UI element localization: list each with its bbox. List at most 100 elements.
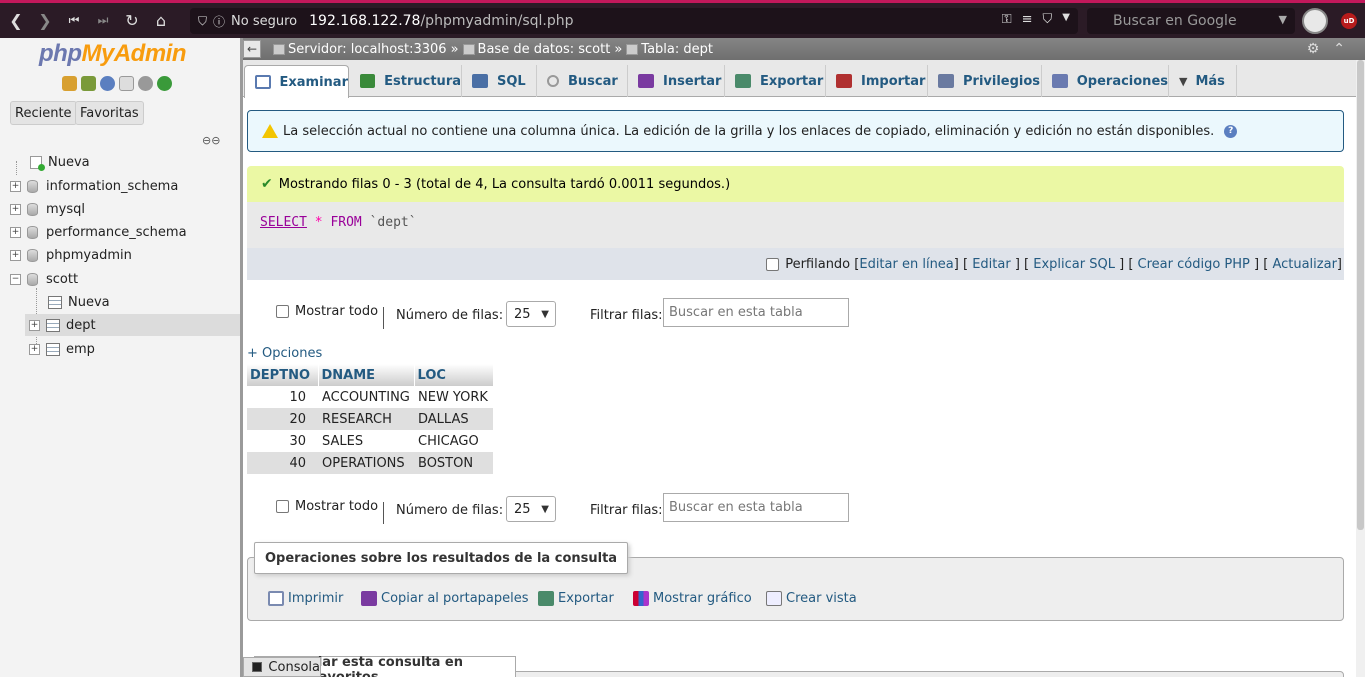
tree-item-scott[interactable]: − scott	[10, 268, 78, 290]
favorites-button[interactable]: Favoritas	[75, 101, 144, 125]
gear-icon[interactable]: ⚙	[1307, 41, 1320, 57]
create-view-button[interactable]: Crear vista	[766, 591, 857, 606]
show-chart-button[interactable]: Mostrar gráfico	[633, 591, 752, 606]
collapse-icon[interactable]: ⌃	[1333, 41, 1345, 57]
expand-icon[interactable]: +	[10, 180, 21, 192]
refresh-link[interactable]: Actualizar	[1272, 257, 1336, 272]
link-icon[interactable]: ⊖⊖	[202, 134, 220, 147]
export-button[interactable]: Exportar	[538, 591, 614, 606]
browser-search[interactable]: Buscar en Google ▼	[1087, 8, 1295, 34]
tab-exportar[interactable]: Exportar	[725, 65, 826, 97]
table-cell[interactable]: NEW YORK	[414, 386, 493, 408]
search-dropdown-icon[interactable]: ▼	[1279, 13, 1287, 26]
help-icon[interactable]: ?	[1224, 124, 1238, 138]
vertical-scrollbar[interactable]	[1356, 60, 1365, 677]
edit-link[interactable]: Editar	[972, 257, 1011, 272]
print-button[interactable]: Imprimir	[268, 591, 343, 606]
phpmyadmin-logo[interactable]: phpMyAdmin	[39, 40, 186, 68]
table-row[interactable]: 40 OPERATIONS BOSTON	[247, 452, 493, 474]
tree-item-new-table[interactable]: Nueva	[48, 291, 110, 313]
scrollbar-thumb[interactable]	[1357, 60, 1364, 530]
refresh-icon[interactable]	[157, 76, 172, 91]
expand-icon[interactable]: +	[29, 343, 40, 355]
table-cell[interactable]: DALLAS	[414, 408, 493, 430]
sql-keyword-select[interactable]: SELECT	[260, 215, 307, 230]
show-all-checkbox[interactable]	[276, 500, 289, 513]
table-row[interactable]: 30 SALES CHICAGO	[247, 430, 493, 452]
tab-operaciones[interactable]: Operaciones	[1042, 65, 1169, 97]
dropdown-icon[interactable]: ▼	[1062, 12, 1070, 27]
logout-icon[interactable]	[81, 76, 96, 91]
home-icon[interactable]: ⌂	[148, 8, 174, 34]
tab-estructura[interactable]: Estructura	[350, 65, 462, 97]
back-icon[interactable]: ❮	[3, 8, 29, 34]
options-link[interactable]: + Opciones	[247, 346, 322, 361]
tab-examinar[interactable]: Examinar	[244, 65, 349, 98]
collapse-icon[interactable]: −	[10, 273, 21, 285]
profiling-checkbox[interactable]	[766, 257, 780, 271]
expand-icon[interactable]: +	[10, 203, 21, 215]
breadcrumb-server[interactable]: Servidor: localhost:3306	[273, 42, 447, 57]
tab-importar[interactable]: Importar	[826, 65, 928, 97]
last-icon[interactable]: ⏭	[90, 8, 116, 34]
tree-item-phpmyadmin[interactable]: + phpmyadmin	[10, 244, 132, 266]
show-all-checkbox[interactable]	[276, 305, 289, 318]
table-row[interactable]: 20 RESEARCH DALLAS	[247, 408, 493, 430]
key-icon[interactable]: ⚿	[1002, 12, 1012, 27]
breadcrumb-database[interactable]: Base de datos: scott	[462, 42, 610, 57]
home-icon[interactable]	[62, 76, 77, 91]
column-header-loc[interactable]: LOC	[414, 364, 494, 386]
expand-icon[interactable]: +	[10, 249, 21, 261]
help-icon[interactable]	[100, 76, 115, 91]
column-header-deptno[interactable]: DEPTNO	[247, 364, 319, 386]
table-cell[interactable]: RESEARCH	[318, 408, 414, 430]
settings-icon[interactable]	[138, 76, 153, 91]
table-cell[interactable]: 30	[247, 430, 318, 452]
table-cell[interactable]: ACCOUNTING	[318, 386, 414, 408]
reload-icon[interactable]: ↻	[119, 8, 145, 34]
create-php-code-link[interactable]: Crear código PHP	[1138, 257, 1250, 272]
tree-item-dept[interactable]: + dept	[25, 314, 240, 336]
tab-privilegios[interactable]: Privilegios	[928, 65, 1042, 97]
forward-icon[interactable]: ❯	[32, 8, 58, 34]
rows-per-page-select[interactable]: 25 ▼	[506, 301, 556, 327]
panel-splitter[interactable]	[240, 38, 243, 677]
profile-avatar[interactable]	[1302, 8, 1328, 34]
bookmark-icon[interactable]: ⛉	[1043, 12, 1053, 27]
console-toggle[interactable]: Consola	[243, 657, 321, 677]
table-cell[interactable]: CHICAGO	[414, 430, 493, 452]
docs-icon[interactable]	[119, 76, 134, 91]
rows-per-page-select[interactable]: 25 ▼	[506, 496, 556, 522]
tab-mas[interactable]: ▼ Más	[1169, 65, 1237, 97]
tab-sql[interactable]: SQL	[462, 65, 537, 97]
tree-item-mysql[interactable]: + mysql	[10, 198, 85, 220]
url-bar[interactable]: ⛉ ⓘ No seguro 192.168.122.78/phpmyadmin/…	[190, 8, 1078, 34]
table-cell[interactable]: OPERATIONS	[318, 452, 414, 474]
tree-item-emp[interactable]: + emp	[29, 338, 95, 360]
tree-item-new[interactable]: Nueva	[30, 151, 90, 173]
table-row[interactable]: 10 ACCOUNTING NEW YORK	[247, 386, 493, 408]
tab-buscar[interactable]: Buscar	[537, 65, 628, 97]
column-header-dname[interactable]: DNAME	[318, 364, 415, 386]
ublock-icon[interactable]: uD	[1341, 13, 1357, 29]
expand-icon[interactable]: +	[10, 226, 21, 238]
collapse-nav-icon[interactable]: ←	[243, 40, 261, 58]
expand-icon[interactable]: +	[29, 319, 40, 331]
tab-insertar[interactable]: Insertar	[628, 65, 725, 97]
reader-icon[interactable]: ≡	[1022, 12, 1033, 27]
table-cell[interactable]: 20	[247, 408, 318, 430]
edit-inline-link[interactable]: Editar en línea	[859, 257, 953, 272]
recent-button[interactable]: Reciente	[10, 101, 77, 125]
table-cell[interactable]: SALES	[318, 430, 414, 452]
tree-item-information-schema[interactable]: + information_schema	[10, 175, 178, 197]
copy-clipboard-button[interactable]: Copiar al portapapeles	[361, 591, 529, 606]
filter-rows-input[interactable]: Buscar en esta tabla	[663, 298, 849, 327]
breadcrumb-table[interactable]: Tabla: dept	[626, 42, 713, 57]
first-icon[interactable]: ⏮	[61, 8, 87, 34]
table-cell[interactable]: 10	[247, 386, 318, 408]
table-cell[interactable]: BOSTON	[414, 452, 493, 474]
filter-rows-input[interactable]: Buscar en esta tabla	[663, 493, 849, 522]
table-cell[interactable]: 40	[247, 452, 318, 474]
tree-item-performance-schema[interactable]: + performance_schema	[10, 221, 187, 243]
explain-sql-link[interactable]: Explicar SQL	[1033, 257, 1115, 272]
